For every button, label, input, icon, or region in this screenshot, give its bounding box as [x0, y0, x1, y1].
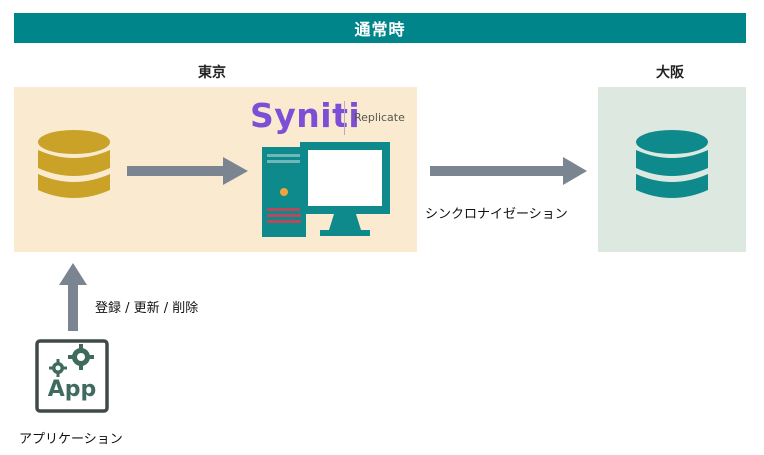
arrow-up-icon	[59, 263, 87, 331]
header-title: 通常時	[354, 20, 406, 39]
region-label-tokyo: 東京	[198, 65, 226, 81]
replicate-label: Replicate	[354, 111, 405, 124]
region-label-osaka: 大阪	[656, 65, 684, 81]
arrow-to-replicate-icon	[127, 157, 248, 185]
app-icon-text: App	[47, 377, 97, 402]
app-icon: App	[35, 339, 109, 413]
computer-icon	[262, 142, 390, 237]
app-caption: アプリケーション	[19, 432, 123, 447]
target-database-icon	[636, 130, 708, 198]
header-bar: 通常時	[14, 13, 746, 43]
arrow-to-osaka-icon	[430, 157, 587, 185]
source-database-icon	[38, 130, 110, 198]
sync-label: シンクロナイゼーション	[425, 207, 568, 222]
logo-separator	[344, 101, 345, 135]
operations-label: 登録 / 更新 / 削除	[95, 301, 199, 316]
